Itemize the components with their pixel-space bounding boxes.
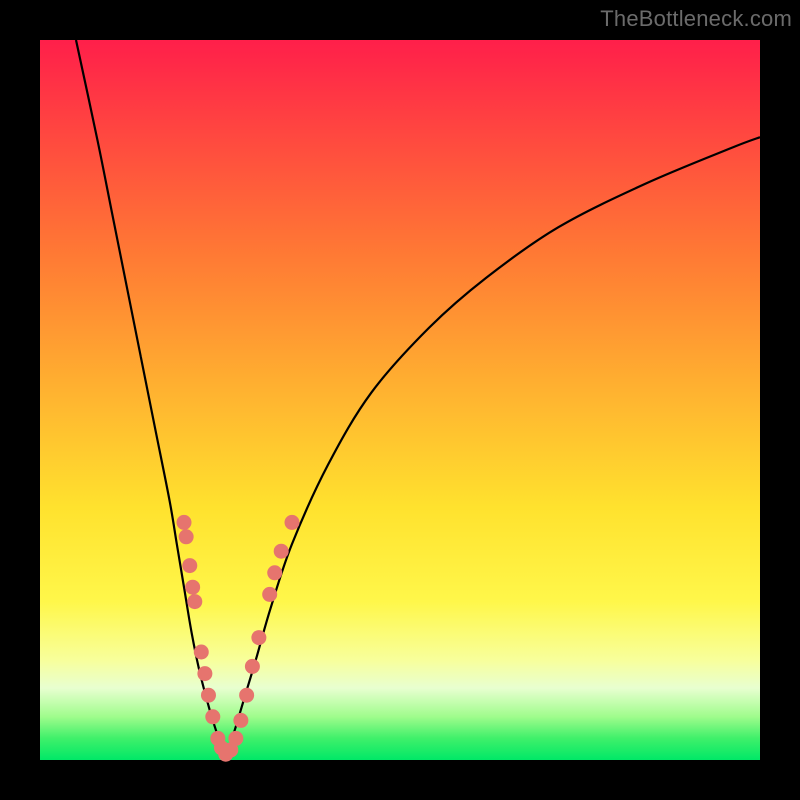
highlight-dot [197, 666, 212, 681]
chart-svg [40, 40, 760, 760]
highlight-dot [182, 558, 197, 573]
highlight-dot [267, 565, 282, 580]
highlight-dot [274, 544, 289, 559]
watermark-text: TheBottleneck.com [600, 6, 792, 32]
highlight-dot [185, 580, 200, 595]
highlight-dot [285, 515, 300, 530]
highlight-dot [228, 731, 243, 746]
highlight-dot [245, 659, 260, 674]
curve-group [76, 40, 760, 756]
chart-frame: TheBottleneck.com [0, 0, 800, 800]
highlight-dot [262, 587, 277, 602]
plot-area [40, 40, 760, 760]
scatter-group [177, 515, 300, 762]
highlight-dot [201, 688, 216, 703]
highlight-dot [187, 594, 202, 609]
highlight-dot [177, 515, 192, 530]
curve-right-branch [226, 137, 760, 756]
highlight-dot [251, 630, 266, 645]
highlight-dot [205, 709, 220, 724]
highlight-dot [239, 688, 254, 703]
highlight-dot [233, 713, 248, 728]
highlight-dot [194, 645, 209, 660]
highlight-dot [179, 529, 194, 544]
